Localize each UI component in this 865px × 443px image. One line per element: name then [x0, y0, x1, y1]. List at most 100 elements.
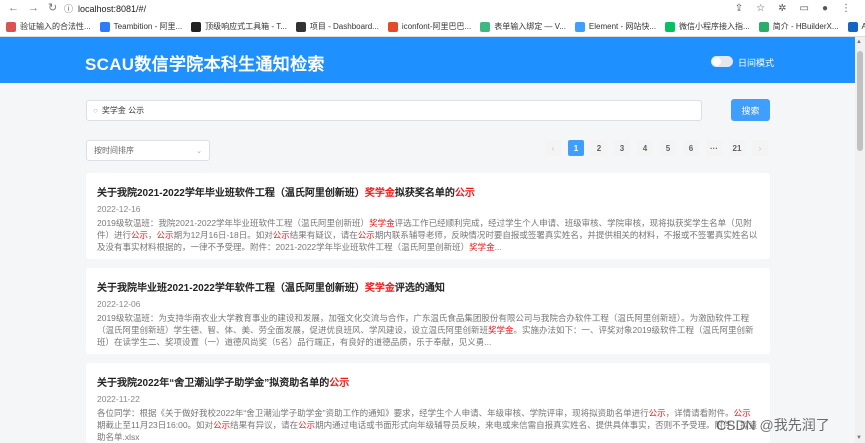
bookmark-favicon-icon — [480, 21, 491, 32]
result-card[interactable]: 关于我院2022年“舍卫潮汕学子助学金”拟资助名单的公示 2022-11-22 … — [86, 363, 770, 443]
text-segment: 评选的通知 — [394, 283, 445, 294]
pagination-prev-icon[interactable]: ‹ — [545, 140, 561, 156]
bookmark-label: 项目 - Dashboard... — [309, 22, 379, 31]
info-icon[interactable]: ⓘ — [64, 2, 73, 15]
scroll-up-icon[interactable]: ▲ — [856, 39, 862, 45]
bookmark-item[interactable]: 微信小程序接入指... — [665, 21, 750, 32]
bookmark-label: iconfont-阿里巴巴... — [401, 22, 472, 31]
text-segment: ， — [148, 230, 157, 240]
bookmark-favicon-icon — [99, 21, 110, 32]
menu-icon[interactable]: ⋮ — [841, 3, 851, 14]
result-summary: 2019级软温班：我院2021-2022学年毕业班软件工程（温氏阿里创新班）奖学… — [97, 217, 759, 253]
search-input[interactable] — [101, 106, 662, 115]
search-button[interactable]: 搜索 — [731, 99, 770, 121]
bookmark-item[interactable]: 表单输入绑定 — V... — [480, 21, 566, 32]
share-icon[interactable]: ⇪ — [735, 3, 743, 14]
profile-icon[interactable]: ● — [822, 3, 828, 14]
page-scrollbar[interactable]: ▲ ▼ — [855, 37, 865, 443]
bookmark-label: Teambition - 阿里... — [113, 22, 183, 31]
bookmark-label: 简介 - HBuilderX... — [772, 22, 839, 31]
bookmark-item[interactable]: ArkID — [847, 21, 865, 32]
bookmark-item[interactable]: 简介 - HBuilderX... — [758, 21, 839, 32]
text-segment: 结果有疑议，请在 — [289, 230, 358, 240]
window-icon[interactable]: ▭ — [800, 3, 809, 14]
bookmark-label: Element - 网站快... — [588, 22, 657, 31]
bookmark-favicon-icon — [387, 21, 398, 32]
page-title: SCAU数信学院本科生通知检索 — [85, 55, 325, 74]
bookmark-favicon-icon — [758, 21, 769, 32]
text-segment: 关于我院毕业班2021-2022学年软件工程（温氏阿里创新班） — [97, 283, 365, 294]
scroll-down-icon[interactable]: ▼ — [856, 435, 862, 441]
bookmark-item[interactable]: iconfont-阿里巴巴... — [387, 21, 472, 32]
text-segment: 结果有异议，请在 — [230, 420, 299, 430]
text-segment: 各位同学：根据《关于做好我校2022年“舍卫潮汕学子助学金”资助工作的通知》要求… — [97, 408, 649, 418]
pagination-page[interactable]: 2 — [591, 140, 607, 156]
bookmark-label: ArkID — [862, 22, 865, 31]
theme-toggle[interactable] — [711, 56, 733, 67]
forward-icon[interactable]: → — [28, 3, 39, 14]
keyword-highlight: 公示 — [298, 420, 316, 430]
keyword-highlight: 公示 — [454, 188, 475, 199]
text-segment: 关于我院2022年“舍卫潮汕学子助学金”拟资助名单的 — [97, 378, 330, 389]
browser-address-bar: ← → ↻ ⓘ localhost:8081/#/ ⇪ ☆ ✲ ▭ ● ⋮ — [0, 0, 865, 17]
bookmark-item[interactable]: Teambition - 阿里... — [99, 21, 183, 32]
pagination-page[interactable]: ··· — [706, 140, 722, 156]
pagination-page[interactable]: 21 — [729, 140, 745, 156]
text-segment: 期为12月16日-18日。如对 — [173, 230, 273, 240]
url-text[interactable]: localhost:8081/#/ — [78, 4, 146, 14]
keyword-highlight: 奖学金 — [369, 218, 395, 228]
star-icon[interactable]: ☆ — [756, 3, 765, 14]
theme-toggle-label: 日间模式 — [738, 58, 775, 68]
bookmark-item[interactable]: Element - 网站快... — [574, 21, 657, 32]
bookmark-item[interactable]: 项目 - Dashboard... — [295, 21, 379, 32]
bookmark-item[interactable]: 顶级响应式工具箱 - T... — [191, 21, 287, 32]
result-title[interactable]: 关于我院2022年“舍卫潮汕学子助学金”拟资助名单的公示 — [97, 374, 759, 389]
result-title[interactable]: 关于我院毕业班2021-2022学年软件工程（温氏阿里创新班）奖学金评选的通知 — [97, 279, 759, 294]
pagination: ‹ 1 2 3 4 5 6 ··· 21 › — [545, 140, 768, 156]
bookmark-label: 验证输入的合法性... — [20, 22, 91, 31]
back-icon[interactable]: ← — [8, 3, 19, 14]
bookmarks-bar: 验证输入的合法性... Teambition - 阿里... 顶级响应式工具箱 - … — [0, 17, 865, 37]
keyword-highlight: 公示 — [213, 420, 231, 430]
keyword-highlight: 奖学金 — [469, 242, 495, 252]
pagination-page[interactable]: 4 — [637, 140, 653, 156]
bookmark-favicon-icon — [574, 21, 585, 32]
scroll-thumb[interactable] — [857, 51, 863, 151]
keyword-highlight: 奖学金 — [364, 283, 395, 294]
text-segment: 拟获奖名单的 — [394, 188, 455, 199]
bookmark-label: 顶级响应式工具箱 - T... — [205, 22, 287, 31]
pagination-page[interactable]: 3 — [614, 140, 630, 156]
extensions-icon[interactable]: ✲ — [778, 3, 786, 14]
page-header: SCAU数信学院本科生通知检索 日间模式 — [0, 37, 855, 83]
sort-selected-label: 按时间排序 — [94, 146, 134, 155]
sort-select[interactable]: 按时间排序 ⌄ — [86, 140, 210, 161]
result-title[interactable]: 关于我院2021-2022学年毕业班软件工程（温氏阿里创新班）奖学金拟获奖名单的… — [97, 184, 759, 199]
bookmark-label: 微信小程序接入指... — [679, 22, 750, 31]
keyword-highlight: 公示 — [272, 230, 290, 240]
result-summary: 各位同学：根据《关于做好我校2022年“舍卫潮汕学子助学金”资助工作的通知》要求… — [97, 407, 759, 443]
pagination-page[interactable]: 6 — [683, 140, 699, 156]
search-box[interactable]: ○ — [86, 100, 702, 121]
watermark: CSDN @我先润了 — [716, 417, 830, 433]
keyword-highlight: 公示 — [357, 230, 375, 240]
bookmark-item[interactable]: 验证输入的合法性... — [6, 21, 91, 32]
result-summary: 2019级软温班：为支持华南农业大学教育事业的建设和发展，加强文化交流与合作，广… — [97, 312, 759, 348]
text-segment: 2019级软温班：我院2021-2022学年毕业班软件工程（温氏阿里创新班） — [97, 218, 370, 228]
keyword-highlight: 奖学金 — [488, 325, 514, 335]
text-segment: ... — [494, 242, 502, 252]
url-field[interactable]: ⓘ localhost:8081/#/ — [64, 2, 735, 15]
result-card[interactable]: 关于我院2021-2022学年毕业班软件工程（温氏阿里创新班）奖学金拟获奖名单的… — [86, 173, 770, 259]
pagination-next-icon[interactable]: › — [752, 140, 768, 156]
browser-nav: ← → ↻ — [0, 3, 64, 14]
result-card[interactable]: 关于我院毕业班2021-2022学年软件工程（温氏阿里创新班）奖学金评选的通知 … — [86, 268, 770, 354]
reload-icon[interactable]: ↻ — [48, 3, 57, 14]
keyword-highlight: 奖学金 — [364, 188, 395, 199]
search-icon: ○ — [93, 106, 98, 115]
text-segment: 关于我院2021-2022学年毕业班软件工程（温氏阿里创新班） — [97, 188, 365, 199]
browser-toolbar-icons: ⇪ ☆ ✲ ▭ ● ⋮ — [735, 3, 865, 14]
keyword-highlight: 公示 — [131, 230, 149, 240]
pagination-page[interactable]: 5 — [660, 140, 676, 156]
pagination-page[interactable]: 1 — [568, 140, 584, 156]
chevron-down-icon: ⌄ — [196, 147, 202, 155]
keyword-highlight: 公示 — [648, 408, 666, 418]
